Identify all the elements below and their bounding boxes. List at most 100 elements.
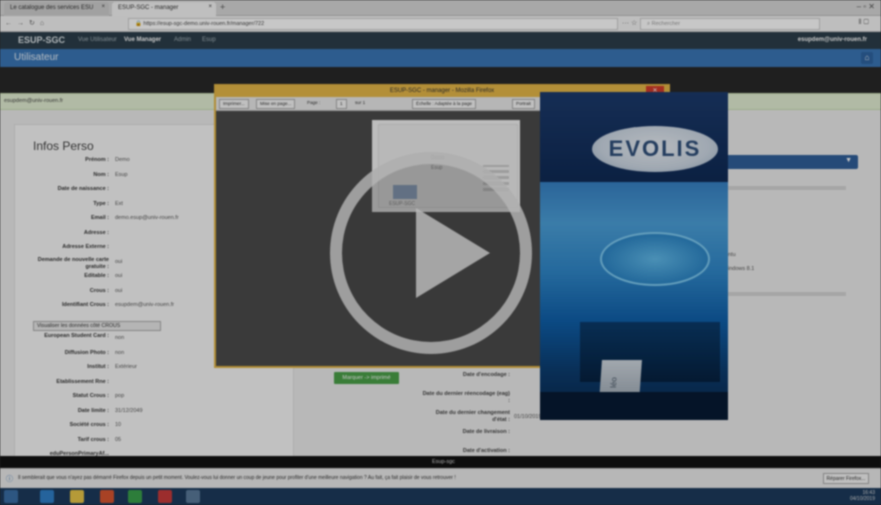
user-email[interactable]: esupdem@univ-rouen.fr [798,37,867,43]
info-field-row: Statut Crous : pop [15,393,295,404]
forward-icon[interactable]: → [17,20,29,27]
chevron-down-icon[interactable]: ▼ [845,157,852,164]
info-icon: ⓘ [6,476,13,483]
card-date-label: Date d'activation : [462,448,510,454]
new-tab-icon[interactable]: + [220,2,225,12]
field-label: Crous : [89,287,109,294]
field-label: Adresse Externe : [62,244,109,250]
field-value: Ext [115,200,123,207]
info-field-row: Date limite : 31/12/2049 [15,408,295,419]
page-label: Page : [307,100,321,105]
home-icon[interactable]: ⌂ [40,20,49,27]
field-value: pop [115,393,125,399]
field-value: esupdem@univ-rouen.fr [115,302,175,308]
browser-tab-manager[interactable]: ESUP-SGC - manager × [112,2,216,16]
menu-item-user-view[interactable]: Vue Utilisateur [78,37,117,43]
info-field-row: Tarif crous : 05 [15,437,295,448]
field-label: European Student Card : [44,333,109,339]
field-value: oui [115,287,123,294]
mark-printed-button[interactable]: Marquer -> imprimé [334,372,399,384]
field-label: Date de naissance : [57,186,109,192]
tab-label: ESUP-SGC - manager [118,5,179,11]
card-date-value: 01/10/2019 [514,414,542,420]
os-text-2: indows 8.1 [728,266,755,272]
close-icon[interactable]: × [101,4,105,10]
field-value: oui [115,273,123,279]
field-label: Statut Crous : [72,393,109,399]
back-icon[interactable]: ← [5,20,17,27]
field-label: Nom : [93,171,109,178]
taskbar: 16:43 04/10/2019 [0,488,881,505]
notification-text: Il semblerait que vous n'ayez pas démarr… [18,475,456,481]
os-text-1: ntu [728,252,736,258]
orientation-portrait[interactable]: Portrait [512,99,535,109]
close-icon[interactable]: × [208,4,212,10]
firefox-notification: ⓘ Il semblerait que vous n'ayez pas déma… [0,468,881,488]
card-date-label: Date d'encodage : [462,372,510,378]
bookmark-star-icon[interactable]: ··· ☆ [622,19,637,27]
field-label: Institut : [87,364,109,370]
play-button[interactable] [330,152,532,354]
library-icon[interactable]: ⫴ ▢ [859,19,870,27]
play-icon [416,208,490,298]
chrome-icon[interactable] [158,490,172,503]
field-label: Adresse : [83,229,109,236]
menu-item-esup[interactable]: Esup [202,37,216,43]
view-crous-data-button[interactable]: Visualiser les données côté CROUS [33,321,161,331]
screen: Le catalogue des services ESU × ESUP-SGC … [0,0,881,505]
field-label: Demande de nouvelle carte gratuite : [37,256,109,270]
reload-icon[interactable]: ↻ [29,20,40,27]
page-title-bar: Utilisateur ⌂ [0,49,881,67]
field-value: Extérieur [115,364,138,370]
alert-text: esupdem@univ-rouen.fr [4,98,64,104]
printer-bottom [540,392,728,420]
field-value: 10 [115,422,122,428]
menu-item-manager-view[interactable]: Vue Manager [124,37,161,43]
app-brand[interactable]: ESUP-SGC [18,35,65,45]
ie-icon[interactable] [40,490,54,503]
app-icon[interactable] [186,490,200,503]
url-bar[interactable]: 🔒 https://esup-sgc-demo.univ-rouen.fr/ma… [128,18,618,30]
system-clock[interactable]: 16:43 04/10/2019 [850,490,875,502]
browser-tabbar: Le catalogue des services ESU × ESUP-SGC … [0,0,881,16]
firefox-icon[interactable] [100,490,114,503]
card-date-label: Date du dernier changement d'état : [435,410,510,423]
start-icon[interactable] [4,490,18,503]
info-field-row: Etablissement Rne : [15,379,295,390]
page-setup-button[interactable]: Mise en page... [256,99,296,109]
footer-bar: Esup-sgc [0,456,881,468]
card-label: léo [608,377,619,388]
field-value: non [115,335,125,341]
field-value: oui [115,258,123,265]
footer-text: Esup-sgc [432,459,455,465]
refresh-firefox-button[interactable]: Réparer Firefox... [823,473,869,484]
search-input[interactable]: ⌕ Rechercher [640,18,820,30]
field-label: Editable : [84,273,109,279]
card-date-label: Date de livraison : [462,429,510,435]
browser-tab-catalogue[interactable]: Le catalogue des services ESU × [4,2,109,16]
print-button[interactable]: Imprimer... [219,99,249,109]
field-label: Email : [90,215,109,221]
tab-label: Le catalogue des services ESU [10,5,94,11]
nav-buttons[interactable]: ←→↻⌂ [5,19,49,27]
menu-item-admin[interactable]: Admin [174,37,191,43]
explorer-icon[interactable] [70,490,84,503]
window-controls[interactable]: – ▫ ✕ [857,2,875,11]
page-total: sur 1 [355,100,366,105]
url-text: https://esup-sgc-demo.univ-rouen.fr/mana… [143,21,265,27]
divider [728,292,846,296]
field-label: Tarif crous : [77,436,109,443]
evolis-logo-text: EVOLIS [608,136,702,161]
field-label: Date limite : [77,407,109,414]
page-number-input[interactable]: 1 [336,99,347,109]
card-date-label: Date du dernier réencodage (eag) : [422,391,510,404]
store-icon[interactable] [128,490,142,503]
evolis-logo: EVOLIS [592,126,718,172]
scale-select[interactable]: Échelle : Adaptée à la page [412,99,476,109]
info-field-row: Société crous : 10 [15,422,295,433]
field-value: 05 [115,436,122,443]
info-title: Infos Perso [33,139,94,153]
field-value: demo.esup@univ-rouen.fr [115,215,179,221]
home-icon[interactable]: ⌂ [861,52,873,64]
field-label: Société crous : [69,422,109,428]
